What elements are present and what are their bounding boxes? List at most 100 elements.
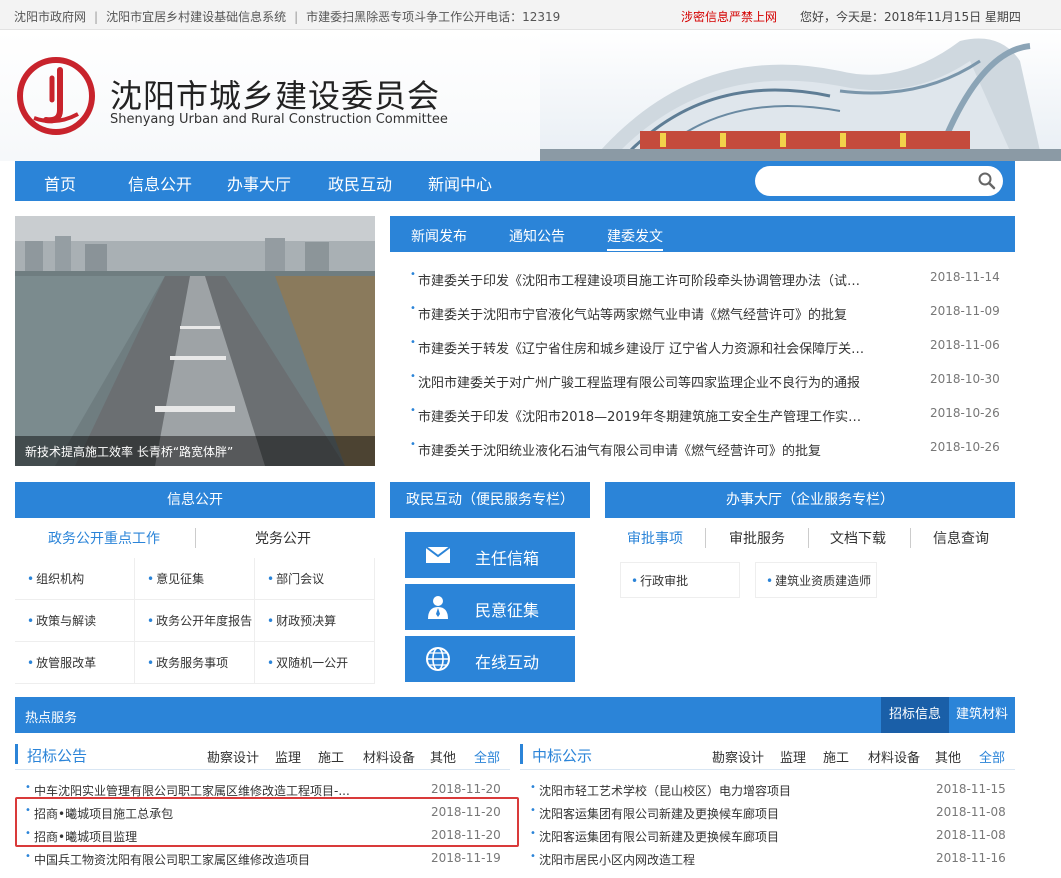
cat-other[interactable]: 其他 (430, 747, 456, 766)
hall-item[interactable]: 行政审批 (620, 562, 740, 598)
info-item-label[interactable]: 意见征集 (147, 570, 204, 587)
online-interaction-button[interactable]: 在线互动 (405, 636, 575, 682)
news-item[interactable]: • 沈阳市建委关于对广州广骏工程监理有限公司等四家监理企业不良行为的通报 2018-… (390, 364, 1015, 398)
search-input[interactable] (767, 172, 967, 190)
hall-item[interactable]: 建筑业资质建造师 (755, 562, 877, 598)
tab-info-query[interactable]: 信息查询 (933, 528, 989, 548)
info-item[interactable]: 财政预决算 (255, 600, 375, 642)
tab-committee-docs[interactable]: 建委发文 (607, 226, 663, 251)
bid-title[interactable]: 招标公告 (27, 745, 87, 766)
info-item[interactable]: 政务服务事项 (135, 642, 255, 684)
featured-news-image[interactable]: 新技术提高施工效率 长青桥“路宽体胖” (15, 216, 375, 466)
info-item-label[interactable]: 双随机一公开 (267, 654, 348, 671)
info-item-label[interactable]: 财政预决算 (267, 612, 336, 629)
gov-site-link[interactable]: 沈阳市政府网 (14, 10, 86, 24)
bid-item-title[interactable]: 中国兵工物资沈阳有限公司职工家属区维修改造项目 (34, 851, 364, 868)
info-item-label[interactable]: 部门会议 (267, 570, 324, 587)
bid-item[interactable]: • 招商•曦城项目监理 2018-11-20 (15, 824, 510, 847)
info-item[interactable]: 组织机构 (15, 558, 135, 600)
bid-item-title[interactable]: 招商•曦城项目施工总承包 (34, 805, 364, 822)
bullet-icon: • (25, 782, 31, 793)
news-title[interactable]: 沈阳市建委关于对广州广骏工程监理有限公司等四家监理企业不良行为的通报 (418, 372, 868, 391)
info-item-label[interactable]: 政务公开年度报告 (147, 612, 252, 629)
cat-other[interactable]: 其他 (935, 747, 961, 766)
news-title[interactable]: 市建委关于沈阳市宁官液化气站等两家燃气业申请《燃气经营许可》的批复 (418, 304, 868, 323)
panel-title[interactable]: 信息公开 (15, 482, 375, 518)
cat-construction[interactable]: 施工 (318, 747, 344, 766)
news-tabs: 新闻发布 通知公告 建委发文 (390, 216, 1015, 252)
tab-key-work[interactable]: 政务公开重点工作 (48, 528, 160, 548)
cat-survey-design[interactable]: 勘察设计 (207, 747, 259, 766)
news-title[interactable]: 市建委关于转发《辽宁省住房和城乡建设厅 辽宁省人力资源和社会保障厅关于... (418, 338, 868, 357)
award-item[interactable]: • 沈阳客运集团有限公司新建及更换候车廊项目 2018-11-08 (520, 824, 1015, 847)
news-item[interactable]: • 市建委关于印发《沈阳市工程建设项目施工许可阶段牵头协调管理办法（试行）... 2… (390, 262, 1015, 296)
hall-item-label[interactable]: 建筑业资质建造师 (766, 572, 871, 589)
nav-public-interaction[interactable]: 政民互动 (328, 171, 392, 195)
tab-doc-download[interactable]: 文档下载 (830, 528, 886, 548)
tab-party-affairs[interactable]: 党务公开 (255, 528, 311, 548)
bid-item-title[interactable]: 中车沈阳实业管理有限公司职工家属区维修改造工程项目-... (34, 782, 364, 799)
bid-item[interactable]: • 招商•曦城项目施工总承包 2018-11-20 (15, 801, 510, 824)
panel-title[interactable]: 办事大厅（企业服务专栏） (605, 482, 1015, 518)
logo-icon[interactable] (16, 56, 96, 136)
news-date: 2018-10-26 (930, 440, 1000, 454)
hall-item-label[interactable]: 行政审批 (631, 572, 688, 589)
news-item[interactable]: • 市建委关于沈阳市宁官液化气站等两家燃气业申请《燃气经营许可》的批复 2018-1… (390, 296, 1015, 330)
info-item[interactable]: 放管服改革 (15, 642, 135, 684)
cat-all[interactable]: 全部 (474, 747, 500, 766)
award-item-title[interactable]: 沈阳市轻工艺术学校（昆山校区）电力增容项目 (539, 782, 869, 799)
cat-all[interactable]: 全部 (979, 747, 1005, 766)
director-mailbox-button[interactable]: 主任信箱 (405, 532, 575, 578)
news-title[interactable]: 市建委关于沈阳统业液化石油气有限公司申请《燃气经营许可》的批复 (418, 440, 868, 459)
cat-construction[interactable]: 施工 (823, 747, 849, 766)
cat-materials[interactable]: 材料设备 (868, 747, 920, 766)
info-item-label[interactable]: 政务服务事项 (147, 654, 228, 671)
award-title[interactable]: 中标公示 (532, 745, 592, 766)
bid-item-title[interactable]: 招商•曦城项目监理 (34, 828, 364, 845)
news-title[interactable]: 市建委关于印发《沈阳市2018—2019年冬期建筑施工安全生产管理工作实施方案.… (418, 406, 868, 425)
search-icon[interactable] (977, 171, 997, 191)
award-item[interactable]: • 沈阳客运集团有限公司新建及更换候车廊项目 2018-11-08 (520, 801, 1015, 824)
tab-news-release[interactable]: 新闻发布 (411, 226, 467, 246)
tab-bid-info[interactable]: 招标信息 (881, 697, 950, 733)
award-item-title[interactable]: 沈阳客运集团有限公司新建及更换候车廊项目 (539, 805, 869, 822)
bid-item[interactable]: • 中国兵工物资沈阳有限公司职工家属区维修改造项目 2018-11-19 (15, 847, 510, 870)
tab-approval-service[interactable]: 审批服务 (729, 528, 785, 548)
info-item[interactable]: 政策与解读 (15, 600, 135, 642)
nav-home[interactable]: 首页 (44, 171, 76, 195)
news-title[interactable]: 市建委关于印发《沈阳市工程建设项目施工许可阶段牵头协调管理办法（试行）... (418, 270, 868, 289)
site-title: 沈阳市城乡建设委员会 (110, 77, 441, 115)
info-item[interactable]: 政务公开年度报告 (135, 600, 255, 642)
tab-notices[interactable]: 通知公告 (509, 226, 565, 246)
cat-supervision[interactable]: 监理 (275, 747, 301, 766)
tab-building-materials[interactable]: 建筑材料 (948, 697, 1016, 733)
cat-survey-design[interactable]: 勘察设计 (712, 747, 764, 766)
info-item-label[interactable]: 放管服改革 (27, 654, 96, 671)
bid-item[interactable]: • 中车沈阳实业管理有限公司职工家属区维修改造工程项目-... 2018-11-20 (15, 778, 510, 801)
banner-caption[interactable]: 新技术提高施工效率 长青桥“路宽体胖” (25, 443, 233, 460)
opinion-collection-button[interactable]: 民意征集 (405, 584, 575, 630)
award-item[interactable]: • 沈阳市居民小区内网改造工程 2018-11-16 (520, 847, 1015, 870)
top-links: 沈阳市政府网 | 沈阳市宜居乡村建设基础信息系统 | 市建委扫黑除恶专项斗争工作公开电话… (14, 8, 560, 25)
info-item[interactable]: 双随机一公开 (255, 642, 375, 684)
cat-materials[interactable]: 材料设备 (363, 747, 415, 766)
envelope-icon (425, 546, 451, 563)
cat-supervision[interactable]: 监理 (780, 747, 806, 766)
info-item[interactable]: 意见征集 (135, 558, 255, 600)
tab-approval-items[interactable]: 审批事项 (627, 528, 683, 548)
nav-news-center[interactable]: 新闻中心 (428, 171, 492, 195)
news-item[interactable]: • 市建委关于转发《辽宁省住房和城乡建设厅 辽宁省人力资源和社会保障厅关于... 2… (390, 330, 1015, 364)
award-item-title[interactable]: 沈阳客运集团有限公司新建及更换候车廊项目 (539, 828, 869, 845)
nav-service-hall[interactable]: 办事大厅 (227, 171, 291, 195)
award-item-title[interactable]: 沈阳市居民小区内网改造工程 (539, 851, 869, 868)
panel-title[interactable]: 政民互动（便民服务专栏） (390, 482, 590, 518)
divider: | (294, 10, 299, 24)
nav-info-disclosure[interactable]: 信息公开 (128, 171, 192, 195)
award-item[interactable]: • 沈阳市轻工艺术学校（昆山校区）电力增容项目 2018-11-15 (520, 778, 1015, 801)
village-system-link[interactable]: 沈阳市宜居乡村建设基础信息系统 (106, 10, 286, 24)
info-item-label[interactable]: 组织机构 (27, 570, 84, 587)
info-item-label[interactable]: 政策与解读 (27, 612, 96, 629)
news-item[interactable]: • 市建委关于沈阳统业液化石油气有限公司申请《燃气经营许可》的批复 2018-10-… (390, 432, 1015, 466)
info-item[interactable]: 部门会议 (255, 558, 375, 600)
news-item[interactable]: • 市建委关于印发《沈阳市2018—2019年冬期建筑施工安全生产管理工作实施方案… (390, 398, 1015, 432)
